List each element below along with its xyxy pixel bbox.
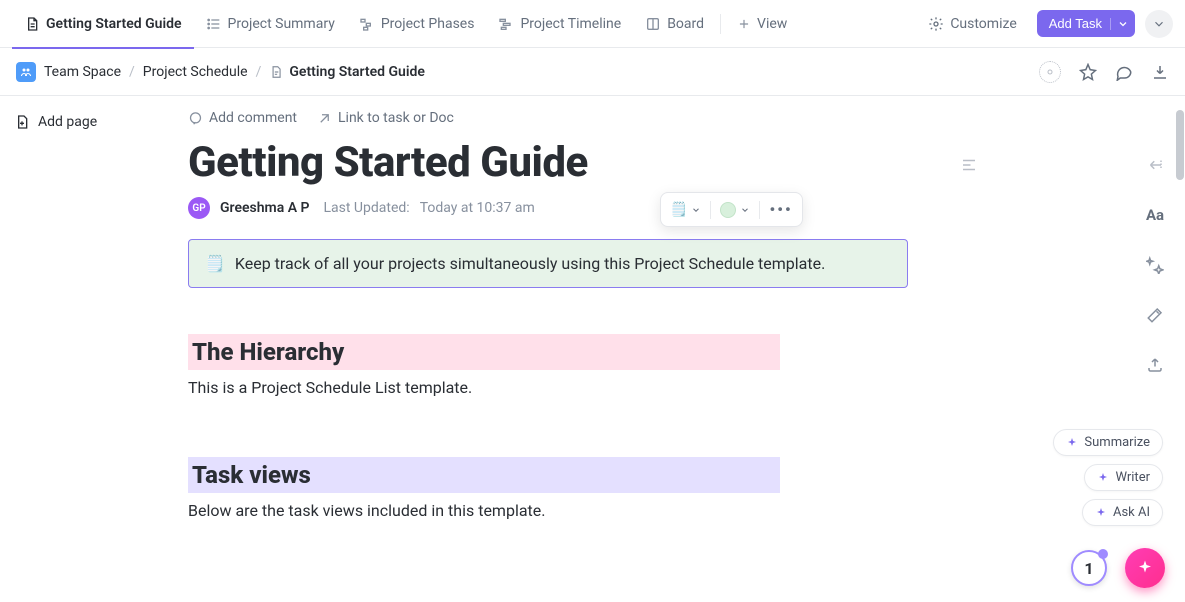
share-icon[interactable] <box>1146 356 1164 374</box>
divider <box>720 14 721 34</box>
tab-project-summary[interactable]: Project Summary <box>194 0 347 48</box>
color-swatch <box>720 202 736 218</box>
breadcrumb-actions <box>1039 61 1169 83</box>
color-picker-button[interactable] <box>715 199 755 221</box>
doc-inline-actions: Add comment Link to task or Doc <box>188 110 978 126</box>
divider <box>759 201 760 219</box>
section-heading-taskviews[interactable]: Task views <box>188 457 780 493</box>
updated-time: Today at 10:37 am <box>420 200 535 216</box>
notif-count: 1 <box>1084 559 1093 578</box>
outline-icon[interactable] <box>960 156 978 174</box>
customize-label: Customize <box>950 16 1016 32</box>
writer-chip[interactable]: Writer <box>1084 464 1163 491</box>
chevron-down-icon <box>1152 17 1166 31</box>
scrollbar-thumb[interactable] <box>1176 110 1184 180</box>
document-area: Add comment Link to task or Doc Getting … <box>170 96 1125 602</box>
add-view-button[interactable]: View <box>725 0 799 48</box>
add-task-button[interactable]: Add Task <box>1037 10 1135 37</box>
author-avatar[interactable]: GP <box>188 197 210 219</box>
callout-emoji[interactable]: 🗒️ <box>205 254 225 273</box>
typography-button[interactable]: Aa <box>1146 206 1164 224</box>
callout-text[interactable]: Keep track of all your projects simultan… <box>235 254 825 273</box>
ai-sparkle-icon[interactable] <box>1146 256 1164 274</box>
board-icon <box>645 16 661 32</box>
left-sidebar: Add page <box>0 96 170 602</box>
plus-icon <box>737 17 751 31</box>
add-comment-label: Add comment <box>209 110 297 126</box>
chip-label: Summarize <box>1084 435 1150 450</box>
collapse-icon[interactable] <box>1146 156 1164 174</box>
updated-label: Last Updated: <box>324 200 410 216</box>
ai-launcher-bubble[interactable] <box>1125 548 1165 588</box>
download-icon[interactable] <box>1151 63 1169 81</box>
divider <box>710 201 711 219</box>
doc-icon <box>24 16 40 32</box>
wand-icon[interactable] <box>1146 306 1164 324</box>
summarize-chip[interactable]: Summarize <box>1053 429 1163 456</box>
add-page-button[interactable]: Add page <box>14 114 156 130</box>
more-options-button[interactable]: ••• <box>764 197 797 222</box>
callout-block[interactable]: 🗒️ Keep track of all your projects simul… <box>188 239 908 288</box>
chip-label: Ask AI <box>1113 505 1150 520</box>
space-icon <box>16 62 36 82</box>
author-name[interactable]: Greeshma A P <box>220 200 310 216</box>
heading-text: The Hierarchy <box>192 336 344 368</box>
tab-getting-started[interactable]: Getting Started Guide <box>12 0 194 48</box>
emoji-picker-button[interactable]: 🗒️ <box>665 199 706 221</box>
notification-bubble[interactable]: 1 <box>1071 550 1107 586</box>
tab-label: Project Summary <box>228 16 335 32</box>
breadcrumb-doc[interactable]: Getting Started Guide <box>289 64 425 80</box>
breadcrumb-separator: / <box>129 64 135 80</box>
breadcrumb-list[interactable]: Project Schedule <box>143 64 248 80</box>
list-icon <box>206 16 222 32</box>
timeline-icon <box>498 16 514 32</box>
chip-label: Writer <box>1115 470 1150 485</box>
comment-icon[interactable] <box>1115 63 1133 81</box>
tab-project-timeline[interactable]: Project Timeline <box>486 0 633 48</box>
chevron-down-icon <box>740 205 750 215</box>
phases-icon <box>359 16 375 32</box>
tab-label: Project Timeline <box>520 16 621 32</box>
tab-label: Project Phases <box>381 16 475 32</box>
chevron-down-icon <box>691 205 701 215</box>
add-task-label: Add Task <box>1049 16 1102 31</box>
floating-bubbles: 1 <box>1071 548 1165 588</box>
gear-icon <box>928 16 944 32</box>
customize-button[interactable]: Customize <box>918 16 1026 32</box>
tabs-bar: Getting Started Guide Project Summary Pr… <box>0 0 1185 48</box>
link-task-label: Link to task or Doc <box>338 110 454 126</box>
popover-emoji: 🗒️ <box>670 202 687 218</box>
add-comment-button[interactable]: Add comment <box>188 110 297 126</box>
section-heading-hierarchy[interactable]: The Hierarchy <box>188 334 780 370</box>
add-page-label: Add page <box>38 114 97 130</box>
more-icon: ••• <box>769 200 792 219</box>
ai-chips: Summarize Writer Ask AI <box>1053 429 1163 526</box>
page-title[interactable]: Getting Started Guide <box>188 138 978 187</box>
section-body-taskviews[interactable]: Below are the task views included in thi… <box>188 501 978 520</box>
tab-project-phases[interactable]: Project Phases <box>347 0 487 48</box>
tab-board[interactable]: Board <box>633 0 716 48</box>
tab-label: Getting Started Guide <box>46 16 182 32</box>
doc-small-icon <box>269 65 283 79</box>
comment-icon <box>188 111 203 126</box>
more-menu-button[interactable] <box>1145 10 1173 38</box>
block-toolbar-popover: 🗒️ ••• <box>660 192 803 227</box>
assignee-picker[interactable] <box>1039 61 1061 83</box>
ask-ai-chip[interactable]: Ask AI <box>1082 499 1163 526</box>
breadcrumb-bar: Team Space / Project Schedule / Getting … <box>0 48 1185 96</box>
link-task-button[interactable]: Link to task or Doc <box>317 110 454 126</box>
heading-text: Task views <box>192 459 311 491</box>
plus-page-icon <box>14 114 30 130</box>
section-body-hierarchy[interactable]: This is a Project Schedule List template… <box>188 378 978 397</box>
link-icon <box>317 111 332 126</box>
breadcrumb-separator: / <box>256 64 262 80</box>
star-icon[interactable] <box>1079 63 1097 81</box>
doc-meta: GP Greeshma A P Last Updated: Today at 1… <box>188 197 978 219</box>
view-label: View <box>757 16 787 32</box>
tab-label: Board <box>667 16 704 32</box>
breadcrumb-space[interactable]: Team Space <box>44 64 121 80</box>
chevron-down-icon[interactable] <box>1110 18 1129 30</box>
